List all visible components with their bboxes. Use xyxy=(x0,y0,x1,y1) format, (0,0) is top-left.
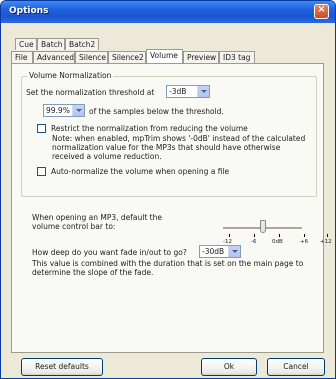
tab-batch[interactable]: Batch xyxy=(37,38,65,50)
volume-bar-label-1: When opening an MP3, default the xyxy=(32,213,162,222)
volume-slider-thumb[interactable] xyxy=(259,220,266,233)
fade-desc-line-1: This value is combined with the duration… xyxy=(32,259,304,268)
auto-normalize-checkbox[interactable] xyxy=(37,167,46,176)
tab-id3-tag[interactable]: ID3 tag xyxy=(219,51,255,63)
tab-advanced[interactable]: Advanced xyxy=(33,51,75,63)
fade-depth-select[interactable]: -30dB xyxy=(199,245,241,258)
chevron-down-icon xyxy=(197,86,209,97)
tab-file[interactable]: File xyxy=(11,51,33,63)
close-button[interactable]: × xyxy=(314,4,329,19)
tab-silence[interactable]: Silence xyxy=(75,51,108,63)
fade-desc-line-2: determine the slope of the fade. xyxy=(32,268,154,277)
chevron-down-icon xyxy=(228,246,240,257)
fade-depth-label: How deep do you want fade in/out to go? xyxy=(32,248,187,257)
volume-tick xyxy=(304,234,305,237)
volume-tick xyxy=(254,234,255,237)
volume-tick-label: -6 xyxy=(251,239,257,245)
volume-tick-label: +6 xyxy=(300,239,309,245)
chevron-down-icon xyxy=(72,105,84,116)
volume-tick xyxy=(327,234,328,237)
cancel-button[interactable]: Cancel xyxy=(267,358,325,376)
restrict-label: Restrict the normalization from reducing… xyxy=(51,124,248,133)
note-line-3: received a volume reduction. xyxy=(52,152,162,161)
normalization-group-title: Volume Normalization xyxy=(27,71,114,80)
restrict-checkbox[interactable] xyxy=(37,124,46,133)
tab-silence2[interactable]: Silence2 xyxy=(108,51,146,63)
volume-tick-label: +12 xyxy=(320,239,332,245)
percent-select[interactable]: 99.9% xyxy=(43,104,85,117)
volume-tick xyxy=(279,234,280,237)
threshold-select[interactable]: -3dB xyxy=(166,85,210,98)
volume-bar-label-2: volume control bar to: xyxy=(32,222,116,231)
options-window: Options × Cue Batch Batch2 File Advanced… xyxy=(0,0,336,379)
ok-button[interactable]: Ok xyxy=(201,358,257,376)
tab-batch2[interactable]: Batch2 xyxy=(65,38,99,50)
volume-tick-label: 0dB xyxy=(272,239,283,245)
note-line-1: Note: when enabled, mpTrim shows '-0dB' … xyxy=(52,134,306,143)
auto-normalize-label: Auto-normalize the volume when opening a… xyxy=(51,167,230,176)
volume-tick xyxy=(229,234,230,237)
window-title: Options xyxy=(9,6,49,16)
reset-defaults-button[interactable]: Reset defaults xyxy=(21,358,103,376)
tab-volume[interactable]: Volume xyxy=(146,49,183,63)
title-bar[interactable]: Options × xyxy=(1,1,335,23)
note-line-2: normalization value for the MP3s that sh… xyxy=(52,143,281,152)
tab-cue[interactable]: Cue xyxy=(15,38,37,50)
tab-preview[interactable]: Preview xyxy=(183,51,219,63)
close-icon: × xyxy=(317,4,326,15)
threshold-label: Set the normalization threshold at xyxy=(26,88,155,97)
percent-suffix: of the samples below the threshold. xyxy=(89,107,224,116)
